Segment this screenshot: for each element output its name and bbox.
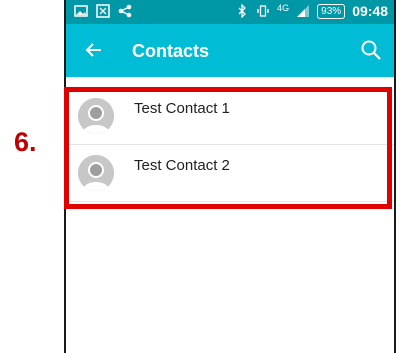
network-4g-icon: 4G: [277, 3, 290, 13]
contact-list: Test Contact 1 Test Contact 2: [66, 88, 394, 202]
phone-screen: 4G 93% 09:48 Contacts Test Contact 1 Tes…: [64, 0, 396, 353]
avatar-icon: [78, 155, 114, 191]
battery-indicator: 93%: [317, 3, 346, 19]
contact-row-2[interactable]: Test Contact 2: [66, 145, 394, 202]
arrow-left-icon[interactable]: [84, 40, 104, 60]
app-toolbar: Contacts: [66, 24, 394, 77]
avatar-icon: [78, 98, 114, 134]
status-time: 09:48: [352, 3, 388, 19]
share-icon: [118, 4, 132, 18]
bluetooth-icon: [235, 3, 249, 19]
step-number-label: 6.: [14, 127, 37, 157]
search-icon[interactable]: [360, 39, 382, 61]
page-title: Contacts: [132, 41, 210, 61]
signal-icon: [296, 4, 310, 18]
status-bar: 4G 93% 09:48: [66, 0, 394, 24]
vibrate-icon: [256, 4, 270, 18]
gallery-icon: [96, 4, 110, 18]
contact-name: Test Contact 2: [134, 157, 230, 174]
image-icon: [74, 4, 88, 18]
contact-name: Test Contact 1: [134, 100, 230, 117]
contact-row-1[interactable]: Test Contact 1: [66, 88, 394, 145]
